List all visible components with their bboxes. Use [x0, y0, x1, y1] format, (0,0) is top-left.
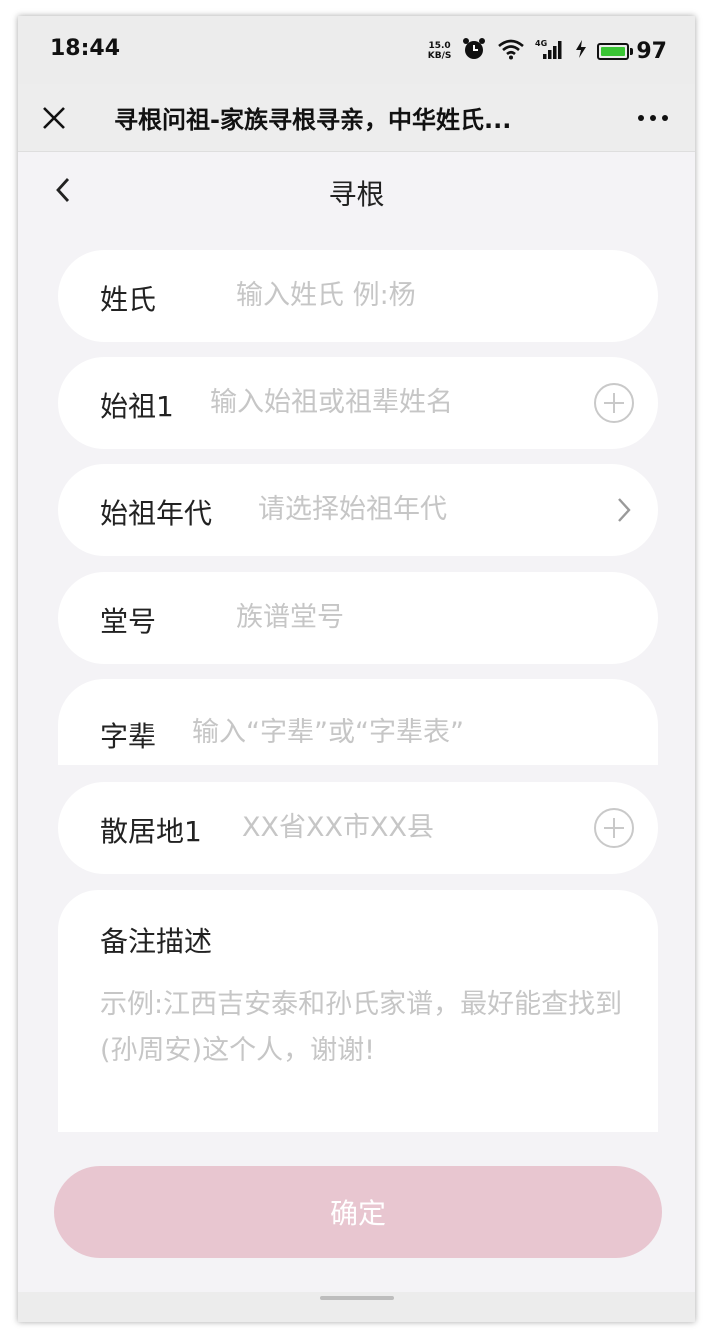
charging-icon — [575, 39, 587, 63]
close-icon — [43, 107, 65, 129]
status-icons: 15.0 KB/S 4G 97 — [428, 36, 667, 66]
net-speed-indicator: 15.0 KB/S — [428, 41, 452, 61]
remark-field: 备注描述 — [58, 890, 658, 1132]
status-bar: 18:44 15.0 KB/S 4G 97 — [18, 16, 695, 84]
battery-icon: 97 — [597, 39, 667, 64]
signal-type-label: 4G — [535, 39, 547, 48]
confirm-button[interactable]: 确定 — [54, 1166, 662, 1258]
page-nav-bar: 寻根 — [18, 153, 695, 225]
hall-name-field: 堂号 — [58, 572, 658, 664]
surname-input[interactable] — [236, 272, 616, 318]
generation-field: 字辈 — [58, 679, 658, 765]
net-speed-value: 15.0 — [428, 41, 451, 51]
ancestor-era-select[interactable] — [258, 486, 588, 532]
add-residence-button[interactable] — [594, 808, 634, 848]
ancestor-label: 始祖1 — [100, 390, 174, 423]
home-indicator[interactable] — [320, 1296, 394, 1300]
generation-label: 字辈 — [100, 720, 157, 753]
browser-page-title: 寻根问祖-家族寻根寻亲，中华姓氏... — [114, 106, 512, 134]
phone-screen: 18:44 15.0 KB/S 4G 97 寻根问祖-家族寻根寻亲，中华姓氏..… — [18, 16, 695, 1322]
ancestor-input[interactable] — [210, 379, 580, 425]
chevron-right-icon — [618, 498, 631, 522]
battery-level: 97 — [636, 38, 667, 64]
ancestor-field: 始祖1 — [58, 357, 658, 449]
ancestor-era-label: 始祖年代 — [100, 497, 213, 530]
ancestor-era-field[interactable]: 始祖年代 — [58, 464, 658, 556]
surname-field: 姓氏 — [58, 250, 658, 342]
generation-input[interactable] — [192, 709, 632, 755]
net-speed-unit: KB/S — [427, 51, 452, 61]
residence-input[interactable] — [242, 804, 582, 850]
add-ancestor-button[interactable] — [594, 383, 634, 423]
wifi-icon — [497, 38, 525, 64]
browser-title-bar: 寻根问祖-家族寻根寻亲，中华姓氏... — [18, 84, 695, 152]
alarm-icon — [461, 36, 487, 66]
battery-fill — [601, 46, 626, 56]
bottom-bar — [18, 1292, 695, 1322]
status-time: 18:44 — [50, 36, 121, 61]
residence-field: 散居地1 — [58, 782, 658, 874]
residence-label: 散居地1 — [100, 815, 202, 848]
surname-label: 姓氏 — [100, 283, 157, 316]
hall-name-input[interactable] — [236, 594, 616, 640]
remark-label: 备注描述 — [100, 925, 213, 958]
remark-textarea[interactable] — [100, 982, 640, 1112]
cellular-signal-icon: 4G — [535, 38, 565, 64]
page-title: 寻根 — [328, 178, 385, 211]
close-button[interactable] — [38, 102, 70, 134]
more-icon — [638, 115, 644, 121]
more-options-button[interactable] — [633, 102, 673, 134]
hall-name-label: 堂号 — [100, 605, 157, 638]
